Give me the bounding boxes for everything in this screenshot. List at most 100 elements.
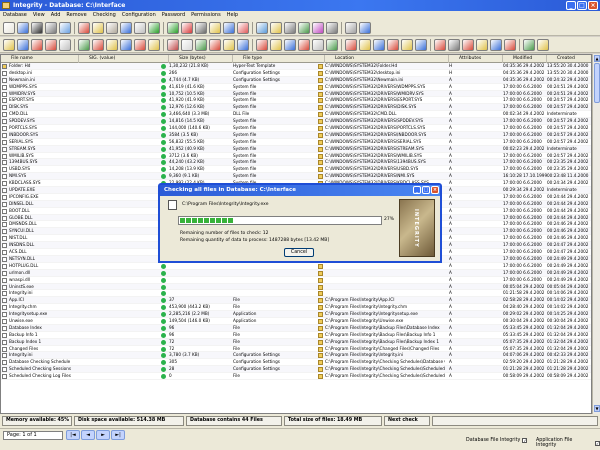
filter-button-icon[interactable]	[462, 38, 474, 51]
table-row[interactable]: wnaspi.dll A 17:00:00 6.6.2000 00:24:49 29.…	[1, 277, 591, 284]
table-row[interactable]: Scheduled Checking Sessions 28 Configurati…	[1, 366, 591, 374]
menu-help[interactable]: Help	[227, 11, 238, 20]
toolbar-button-icon[interactable]	[106, 21, 118, 34]
filter-button-icon[interactable]	[415, 38, 427, 51]
filter-button-icon[interactable]	[387, 38, 399, 51]
cancel-button[interactable]: Cancel	[284, 248, 314, 257]
toolbar-button-icon[interactable]	[148, 21, 160, 34]
col-attributes[interactable]: Attributes	[449, 55, 503, 63]
filter-button-icon[interactable]	[490, 38, 502, 51]
table-row[interactable]: Backup Info 1 96 File C:\Program Files\Inte…	[1, 332, 591, 339]
table-row[interactable]: Database Checking Schedule 305 Configurati…	[1, 359, 591, 367]
first-page-button[interactable]: |◄	[66, 430, 80, 440]
table-row[interactable]: USBD.SYS 14,208 (13.9 KB) System file C:\WI…	[1, 166, 591, 174]
dialog-maximize-button[interactable]: □	[422, 186, 430, 194]
col-created[interactable]: Created	[547, 55, 591, 63]
filter-button-icon[interactable]	[434, 38, 446, 51]
filter-button-icon[interactable]	[195, 38, 207, 51]
filter-button-icon[interactable]	[359, 38, 371, 51]
menu-remove[interactable]: Remove	[66, 11, 86, 20]
table-row[interactable]: desktop.ini 266 Configuration Settings C:\W…	[1, 70, 591, 77]
table-row[interactable]: DISK.SYS 12,976 (12.6 KB) System file C:\WI…	[1, 104, 591, 112]
filter-button-icon[interactable]	[537, 38, 549, 51]
table-row[interactable]: INBDOOR.SYS 3584 (3.5 KB) System file C:\WI…	[1, 131, 591, 139]
filter-button-icon[interactable]	[78, 38, 90, 51]
menu-permissions[interactable]: Permissions	[191, 11, 221, 20]
toolbar-button-icon[interactable]	[237, 21, 249, 34]
table-row[interactable]: HOTPLUG.DLL A 17:00:00 6.6.2000 00:24:49 29…	[1, 263, 591, 270]
toolbar-button-icon[interactable]	[326, 21, 338, 34]
table-row[interactable]: Integrity.ini 3,780 (3.7 KB) Configuration…	[1, 352, 591, 360]
filter-button-icon[interactable]	[312, 38, 324, 51]
filter-button-icon[interactable]	[3, 38, 15, 51]
toolbar-button-icon[interactable]	[195, 21, 207, 34]
table-row[interactable]: SPDDEV.SYS 14,816 (14.5 KB) System file C:\…	[1, 118, 591, 126]
next-page-button[interactable]: ►	[96, 430, 110, 440]
menu-view[interactable]: View	[33, 11, 45, 20]
toolbar-button-icon[interactable]	[284, 21, 296, 34]
table-row[interactable]: Integrity.ini A 01:21:58 29.4.2002 00:14:06…	[1, 290, 591, 298]
prev-page-button[interactable]: ◄	[81, 430, 95, 440]
toolbar-button-icon[interactable]	[359, 21, 371, 34]
table-row[interactable]: NMI.SYS 9,360 (9.1 KB) System file C:\WINDO…	[1, 173, 591, 181]
filter-button-icon[interactable]	[298, 38, 310, 51]
filter-button-icon[interactable]	[209, 38, 221, 51]
toolbar-button-icon[interactable]	[17, 21, 29, 34]
col-sig[interactable]: SIG. (value)	[79, 55, 169, 63]
scroll-down-icon[interactable]: ▼	[594, 405, 600, 412]
minimize-button[interactable]: _	[566, 1, 576, 10]
col-file-name[interactable]: File name	[1, 55, 79, 63]
table-row[interactable]: Database Index 96 File C:\Program Files\Int…	[1, 324, 591, 332]
filter-button-icon[interactable]	[120, 38, 132, 51]
table-row[interactable]: Scheduled Checking Log Files 0 File C:\Prog…	[1, 373, 591, 380]
toolbar-button-icon[interactable]	[345, 21, 357, 34]
close-button[interactable]: ×	[588, 1, 598, 10]
table-row[interactable]: Changed Files 72 File C:\Program Files\Inte…	[1, 346, 591, 353]
col-size[interactable]: Size (bytes)	[169, 55, 233, 63]
toolbar-button-icon[interactable]	[45, 21, 57, 34]
table-row[interactable]: CMD.DLL 3,466,640 (3.3 MB) DLL File C:\WIND…	[1, 111, 591, 119]
menu-configuration[interactable]: Configuration	[122, 11, 156, 20]
table-row[interactable]: WDMPPS.SYS 41,619 (41.6 KB) System file C:\…	[1, 84, 591, 91]
toolbar-button-icon[interactable]	[3, 21, 15, 34]
table-row[interactable]: WMIDRV.SYS 10,752 (10.5 KB) System file C:\…	[1, 90, 591, 98]
toolbar-button-icon[interactable]	[312, 21, 324, 34]
filter-button-icon[interactable]	[476, 38, 488, 51]
menu-add[interactable]: Add	[51, 11, 61, 20]
vertical-scrollbar[interactable]: ▲ ▼	[592, 54, 600, 414]
filter-button-icon[interactable]	[92, 38, 104, 51]
filter-button-icon[interactable]	[373, 38, 385, 51]
toolbar-button-icon[interactable]	[167, 21, 179, 34]
toolbar-button-icon[interactable]	[209, 21, 221, 34]
filter-button-icon[interactable]	[326, 38, 338, 51]
last-page-button[interactable]: ►|	[111, 430, 125, 440]
table-row[interactable]: Newmain.ini 4,744 (4.7 KB) Configuration S…	[1, 76, 591, 84]
table-row[interactable]: WMILIB.SYS 3712 (3.6 KB) System file C:\WIN…	[1, 153, 591, 160]
scroll-thumb[interactable]	[594, 63, 600, 103]
toolbar-button-icon[interactable]	[120, 21, 132, 34]
filter-button-icon[interactable]	[31, 38, 43, 51]
toolbar-button-icon[interactable]	[181, 21, 193, 34]
filter-button-icon[interactable]	[45, 38, 57, 51]
filter-button-icon[interactable]	[223, 38, 235, 51]
filter-button-icon[interactable]	[523, 38, 535, 51]
filter-button-icon[interactable]	[148, 38, 160, 51]
filter-button-icon[interactable]	[448, 38, 460, 51]
filter-button-icon[interactable]	[167, 38, 179, 51]
filter-button-icon[interactable]	[181, 38, 193, 51]
menu-database[interactable]: Database	[3, 11, 27, 20]
filter-button-icon[interactable]	[59, 38, 71, 51]
filter-button-icon[interactable]	[345, 38, 357, 51]
table-row[interactable]: App.ICI 37 File C:\Program Files\Integrity\…	[1, 297, 591, 305]
col-location[interactable]: Location	[325, 55, 449, 63]
col-modified[interactable]: Modified	[503, 55, 547, 63]
table-row[interactable]: STREAM.SYS 41,952 (40.9 KB) System file C:\…	[1, 145, 591, 153]
dialog-close-button[interactable]: ×	[431, 186, 439, 194]
scroll-up-icon[interactable]: ▲	[594, 55, 600, 62]
filter-button-icon[interactable]	[106, 38, 118, 51]
toolbar-button-icon[interactable]	[298, 21, 310, 34]
toolbar-button-icon[interactable]	[134, 21, 146, 34]
toolbar-button-icon[interactable]	[223, 21, 235, 34]
table-row[interactable]: Unwise.exe 149,504 (146.0 KB) Application C…	[1, 318, 591, 325]
toolbar-button-icon[interactable]	[31, 21, 43, 34]
